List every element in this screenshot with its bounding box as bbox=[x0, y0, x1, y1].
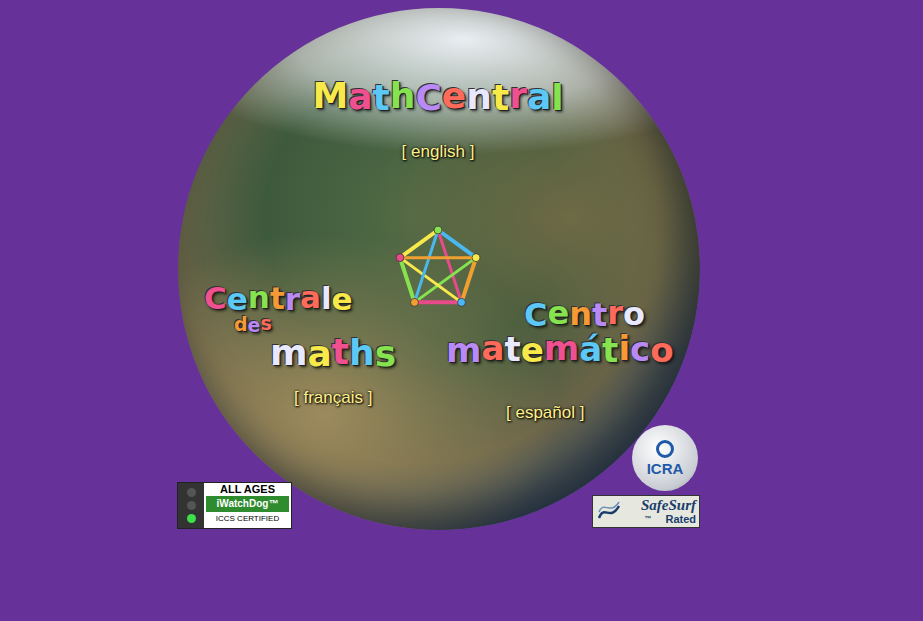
logo-letter: e bbox=[442, 77, 466, 115]
logo-letter: C bbox=[415, 79, 441, 117]
language-site: Centromatemático[ español ] bbox=[444, 298, 684, 423]
site-logo-text: maths bbox=[200, 334, 396, 372]
badge-certification: ICCS CERTIFIED bbox=[204, 512, 291, 525]
logo-letter: o bbox=[623, 298, 645, 332]
language-link[interactable]: [ français ] bbox=[294, 388, 372, 408]
icra-badge[interactable]: ICRA bbox=[632, 425, 698, 491]
logo-letter: t bbox=[270, 282, 285, 315]
logo-letter: c bbox=[630, 332, 650, 368]
safesurf-badge[interactable]: SafeSurf™ Rated bbox=[592, 495, 700, 528]
icra-logo-icon bbox=[656, 440, 674, 458]
language-link[interactable]: [ english ] bbox=[402, 142, 475, 162]
logo-letter: C bbox=[204, 282, 227, 315]
logo-letter: i bbox=[618, 331, 630, 367]
logo-letter: e bbox=[332, 283, 353, 316]
logo-letter: m bbox=[544, 331, 579, 367]
logo-letter: r bbox=[607, 297, 623, 331]
safesurf-rated: Rated bbox=[665, 513, 696, 525]
logo-letter: a bbox=[348, 78, 372, 116]
badge-rating: ALL AGES bbox=[204, 483, 291, 496]
logo-letter: l bbox=[321, 282, 332, 315]
logo-letter: t bbox=[592, 299, 607, 333]
logo-letter: M bbox=[312, 77, 348, 115]
logo-letter: t bbox=[332, 333, 349, 371]
logo-letter: s bbox=[375, 335, 396, 373]
site-logo-text: Centrale bbox=[200, 282, 353, 315]
traffic-light-icon bbox=[178, 483, 204, 528]
logo-letter: r bbox=[509, 77, 527, 115]
icra-label: ICRA bbox=[647, 460, 684, 477]
language-site: Math Central[ english ] bbox=[293, 78, 583, 162]
logo-letter: a bbox=[481, 331, 504, 367]
logo-letter: h bbox=[349, 334, 375, 372]
logo-letter: C bbox=[524, 299, 547, 333]
logo-letter: á bbox=[579, 332, 602, 368]
logo-letter: m bbox=[446, 333, 481, 369]
logo-letter: r bbox=[285, 283, 300, 316]
logo-letter: h bbox=[390, 77, 416, 115]
logo-letter: n bbox=[466, 78, 492, 116]
site-logo-text: des bbox=[200, 315, 272, 335]
trademark-mark: ™ bbox=[644, 513, 651, 525]
pentagon-logo-icon bbox=[392, 222, 484, 314]
logo-letter: t bbox=[602, 333, 618, 369]
logo-letter: o bbox=[650, 333, 673, 369]
globe-image: Math Central[ english ]Centraledesmaths[… bbox=[178, 8, 700, 530]
logo-letter: t bbox=[504, 332, 520, 368]
safesurf-name: SafeSurf bbox=[641, 498, 696, 513]
language-site: Centraledesmaths[ français ] bbox=[200, 282, 430, 408]
logo-letter: a bbox=[300, 281, 321, 314]
logo-letter: a bbox=[308, 335, 332, 373]
logo-letter: n bbox=[569, 298, 592, 332]
logo-letter: d bbox=[234, 315, 248, 335]
logo-letter: e bbox=[521, 333, 544, 369]
logo-letter: e bbox=[547, 297, 569, 331]
logo-letter: n bbox=[248, 281, 270, 314]
logo-letter: t bbox=[373, 79, 390, 117]
logo-letter: m bbox=[270, 334, 308, 372]
logo-letter: a bbox=[527, 78, 551, 116]
language-link[interactable]: [ español ] bbox=[506, 403, 584, 423]
logo-letter: e bbox=[227, 283, 248, 316]
page: Math Central[ english ]Centraledesmaths[… bbox=[0, 0, 923, 621]
logo-letter: e bbox=[248, 316, 261, 336]
site-logo-text: Math Central bbox=[312, 78, 563, 116]
badge-name: iWatchDog™ bbox=[206, 496, 289, 512]
safesurf-logo-icon bbox=[596, 500, 622, 524]
iwatchdog-badge[interactable]: ALL AGESiWatchDog™ICCS CERTIFIED bbox=[177, 482, 292, 529]
site-logo-text: matemático bbox=[444, 332, 674, 368]
logo-letter: t bbox=[492, 79, 509, 117]
logo-letter: l bbox=[551, 79, 563, 117]
site-logo-text: Centro bbox=[444, 298, 645, 332]
logo-letter: s bbox=[261, 314, 272, 334]
